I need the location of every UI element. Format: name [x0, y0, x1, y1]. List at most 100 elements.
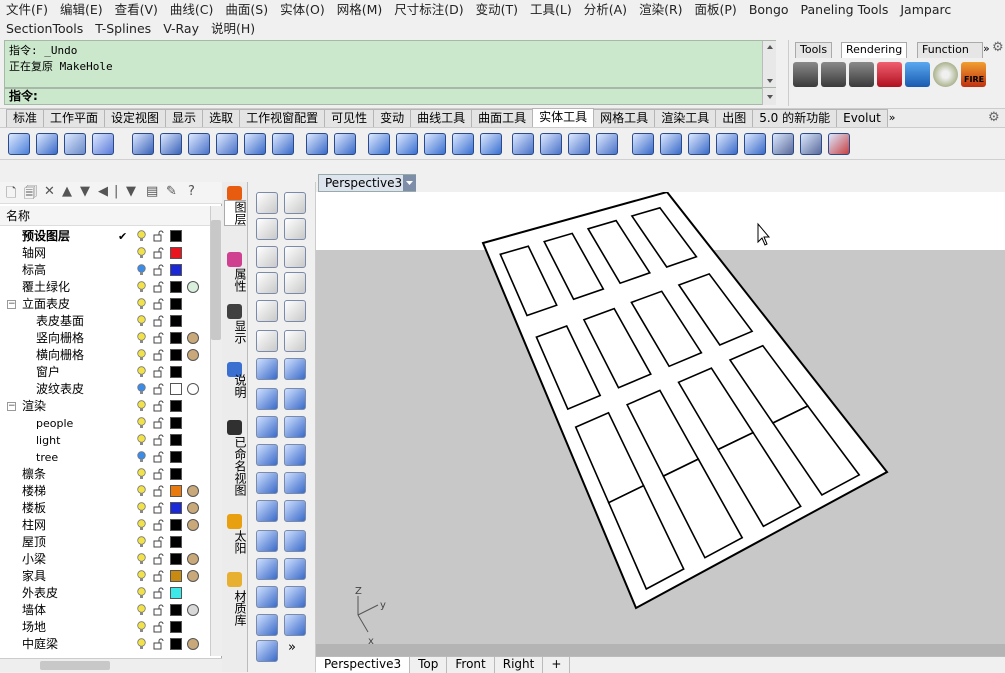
- vertical-tool-icon[interactable]: [284, 358, 306, 380]
- material-icon[interactable]: [187, 485, 199, 497]
- toolbar-tab[interactable]: 工作视窗配置: [239, 109, 326, 127]
- vertical-tool-icon[interactable]: [284, 300, 306, 322]
- solid-tool-icon[interactable]: [744, 133, 766, 155]
- menu-item[interactable]: 分析(A): [578, 0, 633, 19]
- solid-tool-icon[interactable]: [452, 133, 474, 155]
- vertical-tool-icon[interactable]: [284, 416, 306, 438]
- layer-color-swatch[interactable]: [170, 281, 182, 293]
- solid-tool-icon[interactable]: [800, 133, 822, 155]
- layer-row[interactable]: 窗户: [0, 364, 210, 381]
- layer-color-swatch[interactable]: [170, 604, 182, 616]
- viewport-tab[interactable]: Front: [447, 657, 495, 673]
- solid-tool-icon[interactable]: [660, 133, 682, 155]
- bulb-icon[interactable]: [137, 553, 146, 565]
- move-left-icon[interactable]: ◀: [98, 184, 108, 199]
- side-tab[interactable]: 属性: [224, 268, 247, 292]
- solid-tool-icon[interactable]: [160, 133, 182, 155]
- layer-row[interactable]: 小梁: [0, 551, 210, 568]
- render-red-icon[interactable]: [877, 62, 902, 87]
- vertical-tool-icon[interactable]: [256, 330, 278, 352]
- document-icon[interactable]: ▤: [146, 184, 158, 199]
- menu-item[interactable]: 尺寸标注(D): [388, 0, 469, 19]
- layer-list-hscrollbar[interactable]: [0, 658, 222, 672]
- vertical-tool-icon[interactable]: [256, 192, 278, 214]
- layer-color-swatch[interactable]: [170, 485, 182, 497]
- unlock-icon[interactable]: [153, 604, 164, 616]
- solid-tool-icon[interactable]: [272, 133, 294, 155]
- layer-color-swatch[interactable]: [170, 400, 182, 412]
- vertical-tool-icon[interactable]: [256, 218, 278, 240]
- solid-tool-icon[interactable]: [8, 133, 30, 155]
- bulb-icon[interactable]: [137, 519, 146, 531]
- render-tabs-more[interactable]: »: [983, 42, 990, 55]
- new-layer-icon[interactable]: 🗋: [6, 184, 16, 206]
- bulb-icon[interactable]: [137, 383, 146, 395]
- material-icon[interactable]: [187, 604, 199, 616]
- menu-item[interactable]: 面板(P): [689, 0, 743, 19]
- vertical-tool-icon[interactable]: [256, 558, 278, 580]
- solid-tool-icon[interactable]: [36, 133, 58, 155]
- gear-icon[interactable]: ⚙: [988, 110, 1000, 125]
- tabs-more[interactable]: »: [889, 109, 896, 127]
- layer-row[interactable]: 表皮基面: [0, 313, 210, 330]
- layer-row[interactable]: 墙体: [0, 602, 210, 619]
- help-icon[interactable]: ?: [188, 184, 195, 199]
- layer-color-swatch[interactable]: [170, 638, 182, 650]
- vertical-tool-icon[interactable]: [284, 530, 306, 552]
- unlock-icon[interactable]: [153, 383, 164, 395]
- menu-item[interactable]: 查看(V): [109, 0, 164, 19]
- bulb-icon[interactable]: [137, 315, 146, 327]
- layer-color-swatch[interactable]: [170, 332, 182, 344]
- layer-color-swatch[interactable]: [170, 621, 182, 633]
- toolbar-tab[interactable]: 标准: [6, 109, 45, 127]
- solid-tool-icon[interactable]: [132, 133, 154, 155]
- layer-color-swatch[interactable]: [170, 570, 182, 582]
- layer-color-swatch[interactable]: [170, 417, 182, 429]
- vertical-tool-icon[interactable]: [256, 640, 278, 662]
- unlock-icon[interactable]: [153, 298, 164, 310]
- solid-tool-icon[interactable]: [64, 133, 86, 155]
- move-down-icon[interactable]: ▼: [80, 184, 90, 199]
- bulb-icon[interactable]: [137, 230, 146, 242]
- render-tab-rendering[interactable]: Rendering: [841, 42, 908, 58]
- vertical-tool-icon[interactable]: [284, 472, 306, 494]
- viewport-title[interactable]: Perspective3: [318, 174, 416, 192]
- vertical-tool-icon[interactable]: [284, 388, 306, 410]
- bulb-icon[interactable]: [137, 587, 146, 599]
- menu-item[interactable]: 实体(O): [274, 0, 331, 19]
- layer-color-swatch[interactable]: [170, 502, 182, 514]
- render-window-icon[interactable]: [821, 62, 846, 87]
- material-icon[interactable]: [187, 638, 199, 650]
- render-region-icon[interactable]: [849, 62, 874, 87]
- layer-color-swatch[interactable]: [170, 298, 182, 310]
- unlock-icon[interactable]: [153, 638, 164, 650]
- toolbar-tab[interactable]: 实体工具: [532, 108, 595, 127]
- layer-row[interactable]: 楼梯: [0, 483, 210, 500]
- layer-list-scroll-thumb[interactable]: [211, 220, 221, 340]
- toolbar-tab[interactable]: 网格工具: [593, 109, 656, 127]
- layer-color-swatch[interactable]: [170, 587, 182, 599]
- unlock-icon[interactable]: [153, 570, 164, 582]
- bulb-icon[interactable]: [137, 485, 146, 497]
- layer-row[interactable]: 檩条: [0, 466, 210, 483]
- material-icon[interactable]: [187, 519, 199, 531]
- side-tab[interactable]: 说明: [224, 374, 247, 398]
- bulb-icon[interactable]: [137, 247, 146, 259]
- toolbar-tab[interactable]: 5.0 的新功能: [752, 109, 838, 127]
- layer-row[interactable]: 中庭梁: [0, 636, 210, 653]
- menu-item[interactable]: 曲线(C): [164, 0, 219, 19]
- material-icon[interactable]: [187, 332, 199, 344]
- viewport-tab[interactable]: +: [543, 657, 571, 673]
- layer-row[interactable]: 屋顶: [0, 534, 210, 551]
- vertical-tool-icon[interactable]: [256, 358, 278, 380]
- menu-item[interactable]: 文件(F): [0, 0, 54, 19]
- layer-row[interactable]: 覆土绿化: [0, 279, 210, 296]
- layer-row[interactable]: 外表皮: [0, 585, 210, 602]
- material-icon[interactable]: [187, 349, 199, 361]
- layer-color-swatch[interactable]: [170, 230, 182, 242]
- vertical-tool-icon[interactable]: [256, 444, 278, 466]
- side-tab-icon[interactable]: [227, 572, 242, 587]
- solid-tool-icon[interactable]: [306, 133, 328, 155]
- vertical-tool-icon[interactable]: [284, 444, 306, 466]
- menu-item[interactable]: 说明(H): [205, 19, 261, 38]
